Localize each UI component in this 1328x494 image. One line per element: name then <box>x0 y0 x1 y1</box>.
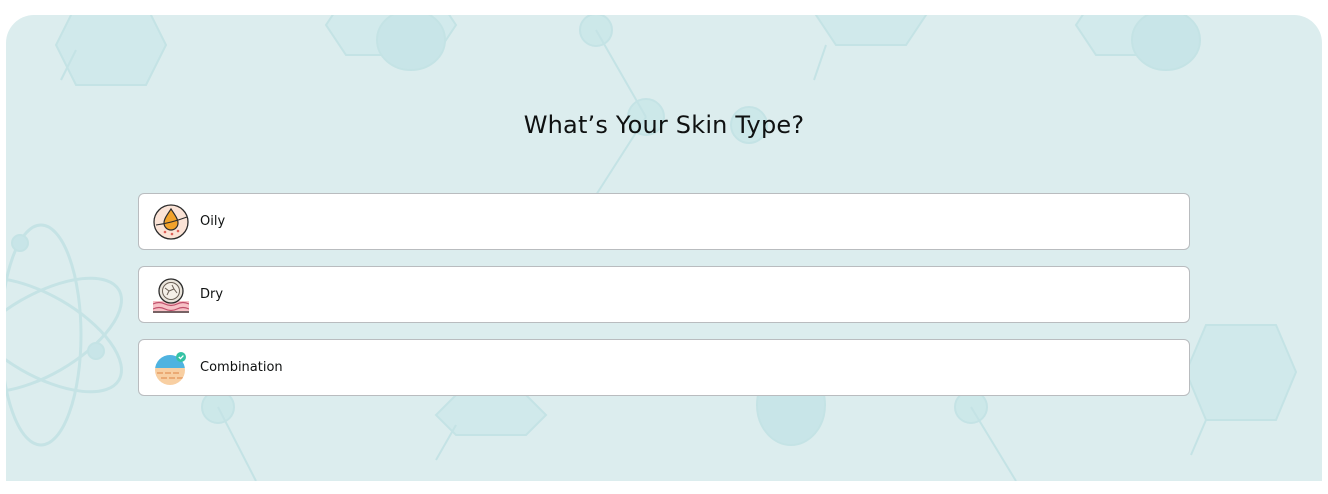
combination-skin-icon <box>153 350 189 386</box>
option-oily[interactable]: Oily <box>138 193 1190 250</box>
option-label: Dry <box>200 287 224 302</box>
quiz-panel: What’s Your Skin Type? Oily Dry Combinat… <box>6 15 1322 481</box>
oil-drop-skin-icon <box>153 203 189 240</box>
dry-skin-icon <box>153 277 189 313</box>
option-label: Oily <box>200 214 226 229</box>
page-title: What’s Your Skin Type? <box>523 111 805 140</box>
option-label: Combination <box>200 360 283 375</box>
option-dry[interactable]: Dry <box>138 266 1190 323</box>
option-combination[interactable]: Combination <box>138 339 1190 396</box>
